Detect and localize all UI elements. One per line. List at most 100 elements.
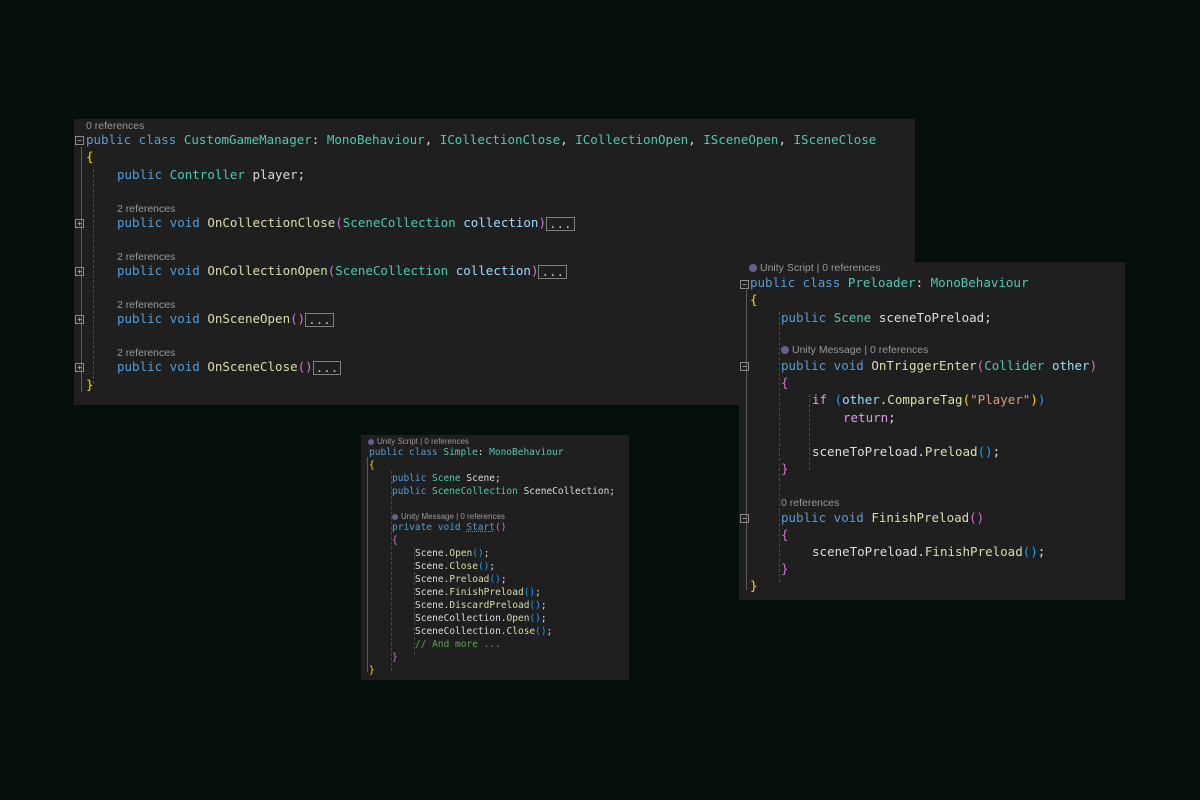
method-code-lens[interactable]: Unity Message | 0 references — [392, 512, 629, 521]
method-name: OnSceneClose — [207, 359, 298, 374]
unity-icon — [368, 438, 374, 445]
close-brace: } — [781, 561, 789, 576]
open-brace: { — [781, 527, 789, 542]
collapsed-body[interactable]: ... — [312, 360, 342, 375]
code-lens-text: Unity Script | 0 references — [377, 437, 469, 446]
class-name: Preloader — [847, 275, 916, 290]
unity-icon — [392, 513, 398, 520]
method-name: OnTriggerEnter — [871, 358, 977, 373]
field-name: sceneToPreload; — [871, 310, 992, 325]
class-name: Simple — [443, 447, 478, 458]
comma: , — [424, 132, 440, 147]
field-line: public Controller player; — [117, 167, 915, 182]
colon: : — [477, 447, 490, 458]
field-line: public Scene Scene; — [392, 473, 629, 484]
expand-icon[interactable]: + — [75, 219, 84, 228]
if-line: if (other.CompareTag("Player")) — [812, 392, 1046, 407]
keyword: return — [843, 410, 889, 425]
method-code-lens[interactable]: 0 references — [781, 497, 1125, 509]
param-type: Collider — [984, 358, 1045, 373]
variable: Scene — [415, 561, 444, 572]
open-brace: { — [86, 149, 94, 164]
collapsed-body[interactable]: ... — [305, 312, 334, 327]
param-type: SceneCollection — [342, 215, 456, 230]
code-lens-text: Unity Script | 0 references — [760, 262, 881, 274]
expand-icon[interactable]: + — [75, 315, 84, 324]
base-type: MonoBehaviour — [489, 447, 564, 458]
method-call: Close — [506, 626, 536, 637]
interface: ICollectionOpen — [575, 132, 689, 147]
call-line: Scene.DiscardPreload(); — [415, 600, 547, 611]
call-line: SceneCollection.Open(); — [415, 613, 547, 624]
comma: , — [560, 132, 576, 147]
field-line: public SceneCollection SceneCollection; — [392, 486, 629, 497]
keyword: public — [781, 310, 834, 325]
type: Scene — [833, 310, 872, 325]
close-brace: } — [750, 578, 758, 593]
keyword: public class — [750, 275, 848, 290]
method-call: FinishPreload — [449, 587, 524, 598]
comment: // And more ... — [415, 639, 501, 650]
close-brace: } — [369, 665, 375, 676]
keyword: public void — [781, 358, 872, 373]
keyword: public void — [117, 215, 208, 230]
collapsed-body[interactable]: ... — [538, 264, 568, 279]
class-code-lens[interactable]: Unity Script | 0 references — [368, 437, 629, 446]
variable: other — [842, 392, 880, 407]
comma: , — [778, 132, 794, 147]
method-code-lens[interactable]: Unity Message | 0 references — [781, 344, 1125, 356]
keyword: private void — [392, 522, 467, 533]
class-name: CustomGameManager — [183, 132, 312, 147]
expand-icon[interactable]: + — [75, 267, 84, 276]
base-type: MonoBehaviour — [326, 132, 425, 147]
class-declaration-line: public class Preloader: MonoBehaviour — [750, 275, 1125, 290]
variable: sceneToPreload — [812, 444, 918, 459]
keyword: public void — [117, 311, 208, 326]
open-brace: { — [750, 292, 758, 307]
class-declaration-line: public class CustomGameManager: MonoBeha… — [86, 132, 915, 147]
call-line: Scene.FinishPreload(); — [415, 587, 541, 598]
comma: , — [688, 132, 704, 147]
collapse-icon[interactable]: − — [740, 362, 749, 371]
keyword: public class — [369, 447, 444, 458]
code-panel-simple: Unity Script | 0 references public class… — [361, 435, 629, 680]
code-lens-text: Unity Message | 0 references — [401, 512, 505, 521]
keyword: if — [812, 392, 828, 407]
method-call: Close — [449, 561, 478, 572]
collapse-icon[interactable]: − — [740, 280, 749, 289]
method-line: public void OnTriggerEnter(Collider othe… — [781, 358, 1098, 373]
expand-icon[interactable]: + — [75, 363, 84, 372]
class-code-lens[interactable]: 0 references — [86, 120, 915, 132]
keyword: public void — [117, 359, 208, 374]
collapsed-body[interactable]: ... — [546, 216, 575, 231]
variable: sceneToPreload — [812, 544, 918, 559]
call-line: sceneToPreload.FinishPreload(); — [812, 544, 1046, 559]
type: Scene — [432, 473, 461, 484]
variable: Scene — [415, 587, 444, 598]
field-name: Scene; — [460, 473, 501, 484]
class-declaration-line: public class Simple: MonoBehaviour — [369, 447, 629, 458]
interface: ICollectionClose — [439, 132, 561, 147]
param-type: SceneCollection — [335, 263, 449, 278]
type: Controller — [169, 167, 245, 182]
call-line: Scene.Preload(); — [415, 574, 507, 585]
variable: SceneCollection — [415, 613, 501, 624]
class-code-lens[interactable]: Unity Script | 0 references — [749, 262, 1125, 274]
keyword: public — [392, 486, 433, 497]
code-lens-text: Unity Message | 0 references — [792, 344, 929, 356]
method-code-lens[interactable]: 2 references — [117, 203, 915, 215]
method-line: public void OnCollectionClose(SceneColle… — [117, 215, 915, 231]
keyword: public void — [781, 510, 872, 525]
base-type: MonoBehaviour — [930, 275, 1029, 290]
keyword: public void — [117, 263, 208, 278]
collapse-icon[interactable]: − — [740, 514, 749, 523]
collapse-icon[interactable]: − — [75, 136, 84, 145]
string-literal: "Player" — [970, 392, 1031, 407]
method-call: CompareTag — [887, 392, 963, 407]
field-name: SceneCollection; — [517, 486, 616, 497]
close-brace: } — [781, 461, 789, 476]
keyword: public — [117, 167, 170, 182]
unity-icon — [749, 264, 757, 273]
method-name: Start — [466, 522, 495, 533]
method-line: public void FinishPreload() — [781, 510, 985, 525]
